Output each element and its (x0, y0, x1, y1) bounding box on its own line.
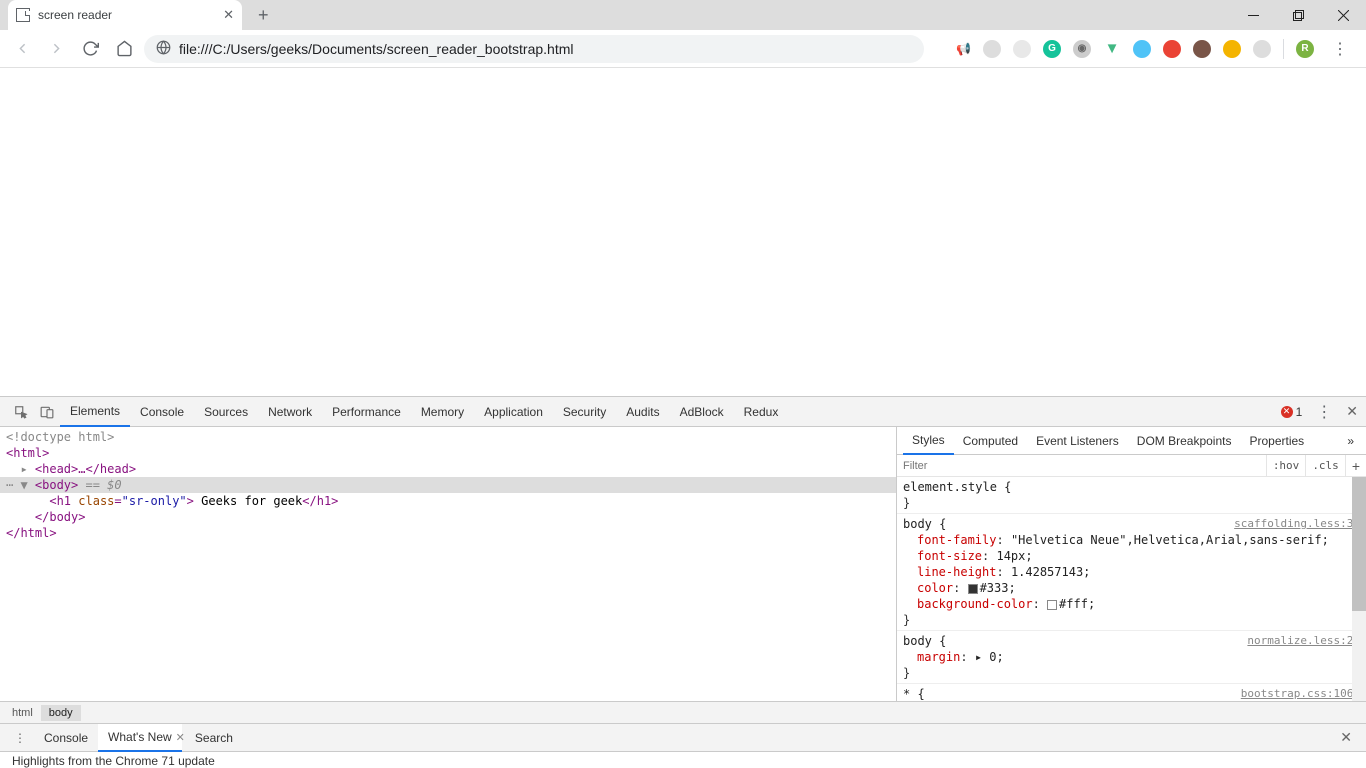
announce-icon[interactable]: 📢 (956, 42, 971, 56)
crumb-html[interactable]: html (4, 705, 41, 721)
profile-avatar[interactable]: R (1296, 40, 1314, 58)
more-tabs-icon[interactable]: » (1341, 434, 1360, 448)
cls-toggle[interactable]: .cls (1305, 455, 1345, 476)
ext-icon-1[interactable] (983, 40, 1001, 58)
tab-application[interactable]: Application (474, 397, 553, 427)
tab-dom-breakpoints[interactable]: DOM Breakpoints (1128, 427, 1241, 455)
url-text: file:///C:/Users/geeks/Documents/screen_… (179, 41, 574, 57)
separator (1283, 39, 1284, 59)
tab-performance[interactable]: Performance (322, 397, 411, 427)
styles-filter-row: :hov .cls + (897, 455, 1366, 477)
drawer-tab-close-icon[interactable]: ✕ (176, 731, 185, 744)
tab-console[interactable]: Console (130, 397, 194, 427)
tab-memory[interactable]: Memory (411, 397, 474, 427)
forward-button[interactable] (42, 35, 70, 63)
drawer-tab-whatsnew[interactable]: What's New (98, 724, 182, 752)
ext-icon-avatar1[interactable] (1193, 40, 1211, 58)
inspect-icon[interactable] (8, 405, 34, 419)
tab-computed[interactable]: Computed (954, 427, 1027, 455)
devtools-menu-button[interactable]: ⋮ (1310, 402, 1338, 422)
toolbar: file:///C:/Users/geeks/Documents/screen_… (0, 30, 1366, 68)
drawer-tab-bar: ⋮ Console What's New ✕ Search ✕ (0, 724, 1366, 752)
vue-icon[interactable]: ▼ (1103, 40, 1121, 58)
styles-filter-input[interactable] (897, 460, 1266, 472)
extensions-area: 📢 G ◉ ▼ R ⋮ (956, 39, 1358, 59)
close-window-button[interactable] (1321, 0, 1366, 30)
drawer-close-button[interactable]: ✕ (1332, 729, 1360, 746)
page-viewport (0, 68, 1366, 396)
grammarly-icon[interactable]: G (1043, 40, 1061, 58)
drawer-tab-search[interactable]: Search (185, 724, 243, 752)
tab-title: screen reader (38, 8, 223, 22)
maximize-button[interactable] (1276, 0, 1321, 30)
tab-audits[interactable]: Audits (616, 397, 669, 427)
crumb-body[interactable]: body (41, 705, 81, 721)
minimize-button[interactable] (1231, 0, 1276, 30)
camera-icon[interactable]: ◉ (1073, 40, 1091, 58)
address-bar[interactable]: file:///C:/Users/geeks/Documents/screen_… (144, 35, 924, 63)
elements-breadcrumb: html body (0, 701, 1366, 723)
ext-icon-blue[interactable] (1133, 40, 1151, 58)
back-button[interactable] (8, 35, 36, 63)
tab-security[interactable]: Security (553, 397, 616, 427)
window-controls (1231, 0, 1366, 30)
tab-network[interactable]: Network (258, 397, 322, 427)
browser-tab[interactable]: screen reader ✕ (8, 0, 242, 30)
close-tab-icon[interactable]: ✕ (223, 7, 234, 23)
styles-panel: Styles Computed Event Listeners DOM Brea… (896, 427, 1366, 701)
ext-icon-gray[interactable] (1253, 40, 1271, 58)
devtools-tab-bar: Elements Console Sources Network Perform… (0, 397, 1366, 427)
styles-rules[interactable]: element.style { } scaffolding.less:32 bo… (897, 477, 1366, 701)
tab-styles[interactable]: Styles (903, 427, 954, 455)
tab-redux[interactable]: Redux (734, 397, 789, 427)
tab-elements[interactable]: Elements (60, 397, 130, 427)
tab-event-listeners[interactable]: Event Listeners (1027, 427, 1128, 455)
ext-icon-paint[interactable] (1223, 40, 1241, 58)
reload-button[interactable] (76, 35, 104, 63)
drawer-menu-icon[interactable]: ⋮ (6, 731, 34, 745)
devtools-close-button[interactable]: ✕ (1346, 403, 1358, 420)
drawer-content: Highlights from the Chrome 71 update (0, 752, 1366, 768)
hov-toggle[interactable]: :hov (1266, 455, 1306, 476)
device-toggle-icon[interactable] (34, 405, 60, 419)
devtools: Elements Console Sources Network Perform… (0, 396, 1366, 768)
drawer-tab-console[interactable]: Console (34, 724, 98, 752)
styles-tab-bar: Styles Computed Event Listeners DOM Brea… (897, 427, 1366, 455)
tab-strip: screen reader ✕ + (0, 0, 1366, 30)
home-button[interactable] (110, 35, 138, 63)
devtools-drawer: ⋮ Console What's New ✕ Search ✕ Highligh… (0, 723, 1366, 768)
new-rule-button[interactable]: + (1345, 455, 1366, 476)
browser-menu-button[interactable]: ⋮ (1326, 39, 1354, 59)
ext-icon-2[interactable] (1013, 40, 1031, 58)
page-icon (16, 8, 30, 22)
tab-adblock[interactable]: AdBlock (670, 397, 734, 427)
error-indicator[interactable]: ✕1 (1281, 405, 1303, 419)
site-info-icon[interactable] (156, 40, 171, 58)
tab-properties[interactable]: Properties (1240, 427, 1313, 455)
new-tab-button[interactable]: + (258, 5, 269, 26)
ext-icon-red[interactable] (1163, 40, 1181, 58)
tab-sources[interactable]: Sources (194, 397, 258, 427)
elements-tree[interactable]: <!doctype html> <html> ▸ <head>…</head> … (0, 427, 896, 701)
styles-scrollbar[interactable] (1352, 477, 1366, 701)
